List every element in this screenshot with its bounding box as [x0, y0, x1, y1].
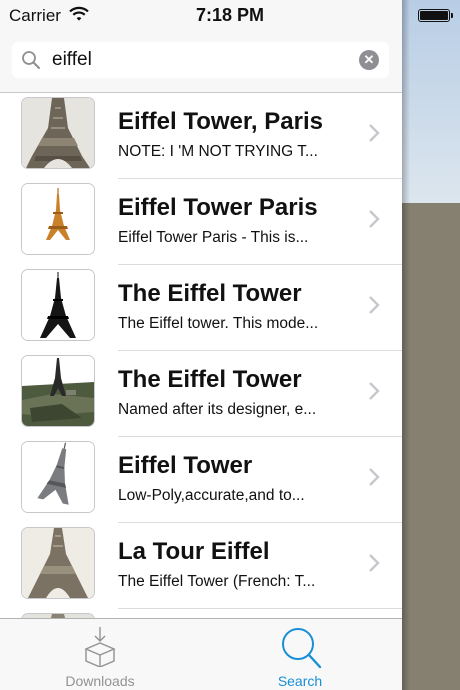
result-title: The Eiffel Tower — [118, 366, 302, 393]
result-subtitle: The Eiffel Tower (French: T... — [118, 573, 316, 590]
result-title: Eiffel Tower — [118, 452, 253, 479]
sky-area — [402, 0, 460, 203]
tab-search[interactable]: Search — [200, 619, 400, 690]
thumbnail-eiffel-lowpoly-model — [21, 441, 95, 513]
thumbnail-eiffel-photo-close — [21, 97, 95, 169]
tab-search-label: Search — [277, 673, 323, 689]
tab-downloads-label: Downloads — [65, 673, 135, 689]
result-subtitle: Named after its designer, e... — [118, 401, 317, 418]
result-row[interactable]: The Eiffel Tower The Eiffel tower. This … — [0, 265, 402, 351]
result-title: The Eiffel Tower — [118, 280, 302, 307]
results-list: Eiffel Tower, Paris NOTE: I 'M NOT TRYIN… — [0, 93, 402, 618]
thumbnail-eiffel-golden-model — [21, 183, 95, 255]
status-time: 7:18 PM — [195, 5, 265, 25]
thumbnail-eiffel-photo-sepia — [21, 527, 95, 599]
chevron-right-icon — [369, 296, 380, 314]
clear-search-button[interactable]: ✕ — [359, 50, 379, 70]
search-icon — [22, 51, 40, 69]
battery-icon — [418, 9, 450, 22]
chevron-right-icon — [369, 210, 380, 228]
magnifier-icon — [282, 628, 322, 669]
result-title: Eiffel Tower Paris — [118, 194, 318, 221]
result-title: La Tour Eiffel — [118, 538, 270, 565]
thumbnail-eiffel-aerial-terrain — [21, 355, 95, 427]
panel-shadow — [402, 0, 410, 690]
box-download-icon — [84, 627, 116, 667]
chevron-right-icon — [369, 554, 380, 572]
clear-icon: ✕ — [363, 52, 375, 67]
result-row-partial[interactable] — [0, 609, 402, 618]
result-row[interactable]: La Tour Eiffel The Eiffel Tower (French:… — [0, 523, 402, 609]
thumbnail-eiffel-black-model — [21, 269, 95, 341]
background-panel — [402, 0, 460, 690]
result-row[interactable]: Eiffel Tower Paris Eiffel Tower Paris - … — [0, 179, 402, 265]
result-subtitle: Low-Poly,accurate,and to... — [118, 487, 305, 504]
result-subtitle: The Eiffel tower. This mode... — [118, 315, 319, 332]
tab-bar: Downloads Search — [0, 618, 402, 690]
battery-tip — [451, 13, 453, 18]
result-title: Eiffel Tower, Paris — [118, 108, 323, 135]
battery-level — [420, 11, 448, 20]
result-row[interactable]: The Eiffel Tower Named after its designe… — [0, 351, 402, 437]
search-bar[interactable]: ✕ — [12, 42, 389, 78]
search-screen: Carrier ✕ — [0, 0, 402, 690]
result-subtitle: Eiffel Tower Paris - This is... — [118, 229, 309, 246]
chevron-right-icon — [369, 382, 380, 400]
result-row[interactable]: Eiffel Tower Low-Poly,accurate,and to... — [0, 437, 402, 523]
search-input[interactable] — [52, 46, 352, 74]
chevron-right-icon — [369, 124, 380, 142]
ground-area — [402, 203, 460, 690]
chevron-right-icon — [369, 468, 380, 486]
result-subtitle: NOTE: I 'M NOT TRYING T... — [118, 143, 318, 160]
tab-downloads[interactable]: Downloads — [0, 619, 200, 690]
result-row[interactable]: Eiffel Tower, Paris NOTE: I 'M NOT TRYIN… — [0, 93, 402, 179]
